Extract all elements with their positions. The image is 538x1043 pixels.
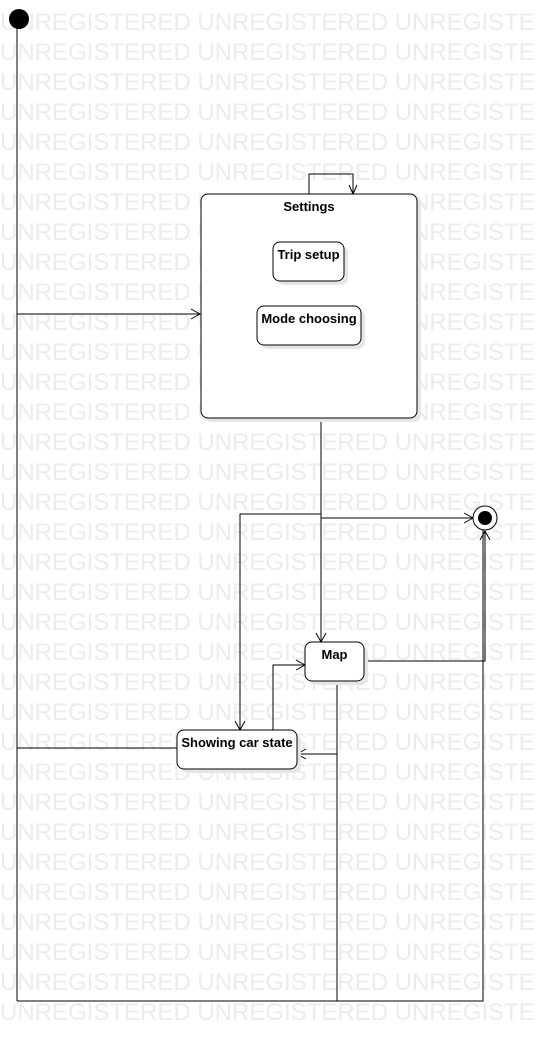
state-settings-label: Settings [283, 199, 334, 214]
watermark-text: UNREGISTERED UNREGISTERED UNREGISTE [0, 699, 535, 726]
initial-node[interactable] [9, 9, 29, 29]
state-showing-car-state-label: Showing car state [181, 735, 292, 750]
state-showing-car-state[interactable]: Showing car state [176, 729, 301, 773]
state-trip-setup-label: Trip setup [277, 247, 339, 262]
watermark-text: UNREGISTERED UNREGISTERED UNREGISTE [0, 69, 535, 96]
state-map-label: Map [322, 647, 348, 662]
watermark-text: UNREGISTERED UNREGISTERED UNREGISTE [0, 519, 535, 546]
watermark-text: UNREGISTERED UNREGISTERED UNREGISTE [0, 579, 535, 606]
watermark-text: UNREGISTERED UNREGISTERED UNREGISTE [0, 789, 535, 816]
watermark-text: UNREGISTERED UNREGISTERED UNREGISTE [0, 999, 535, 1026]
watermark-text: UNREGISTERED UNREGISTERED UNREGISTE [0, 99, 535, 126]
state-trip-setup[interactable]: Trip setup [272, 241, 348, 285]
watermark-text: UNREGISTERED UNREGISTERED UNREGISTE [0, 459, 535, 486]
watermark-text: UNREGISTERED UNREGISTERED UNREGISTE [0, 849, 535, 876]
watermark-text: UNREGISTERED UNREGISTERED UNREGISTE [0, 39, 535, 66]
watermark-text: UNREGISTERED UNREGISTERED UNREGISTE [0, 819, 535, 846]
watermark-text: UNREGISTERED UNREGISTERED UNREGISTE [0, 969, 535, 996]
watermark-text: UNREGISTERED UNREGISTERED UNREGISTE [0, 549, 535, 576]
watermark-text: UNREGISTERED UNREGISTERED UNREGISTE [0, 159, 535, 186]
watermark-text: UNREGISTERED UNREGISTERED UNREGISTE [0, 639, 535, 666]
watermark-text: UNREGISTERED UNREGISTERED UNREGISTE [0, 489, 535, 516]
state-mode-choosing-label: Mode choosing [261, 311, 356, 326]
watermark-text: UNREGISTERED UNREGISTERED UNREGISTE [0, 879, 535, 906]
watermark-text: UNREGISTERED UNREGISTERED UNREGISTE [0, 9, 535, 36]
watermark-text: UNREGISTERED UNREGISTERED UNREGISTE [0, 129, 535, 156]
state-mode-choosing[interactable]: Mode choosing [256, 305, 365, 349]
watermark-text: UNREGISTERED UNREGISTERED UNREGISTE [0, 669, 535, 696]
watermark-text: UNREGISTERED UNREGISTERED UNREGISTE [0, 429, 535, 456]
watermark-text: UNREGISTERED UNREGISTERED UNREGISTE [0, 939, 535, 966]
final-node[interactable] [472, 505, 498, 531]
watermark-text: UNREGISTERED UNREGISTERED UNREGISTE [0, 609, 535, 636]
watermark-text: UNREGISTERED UNREGISTERED UNREGISTE [0, 909, 535, 936]
state-diagram: UNREGISTERED UNREGISTERED UNREGISTE UNREG… [0, 9, 535, 1026]
state-map[interactable]: Map [304, 641, 368, 685]
